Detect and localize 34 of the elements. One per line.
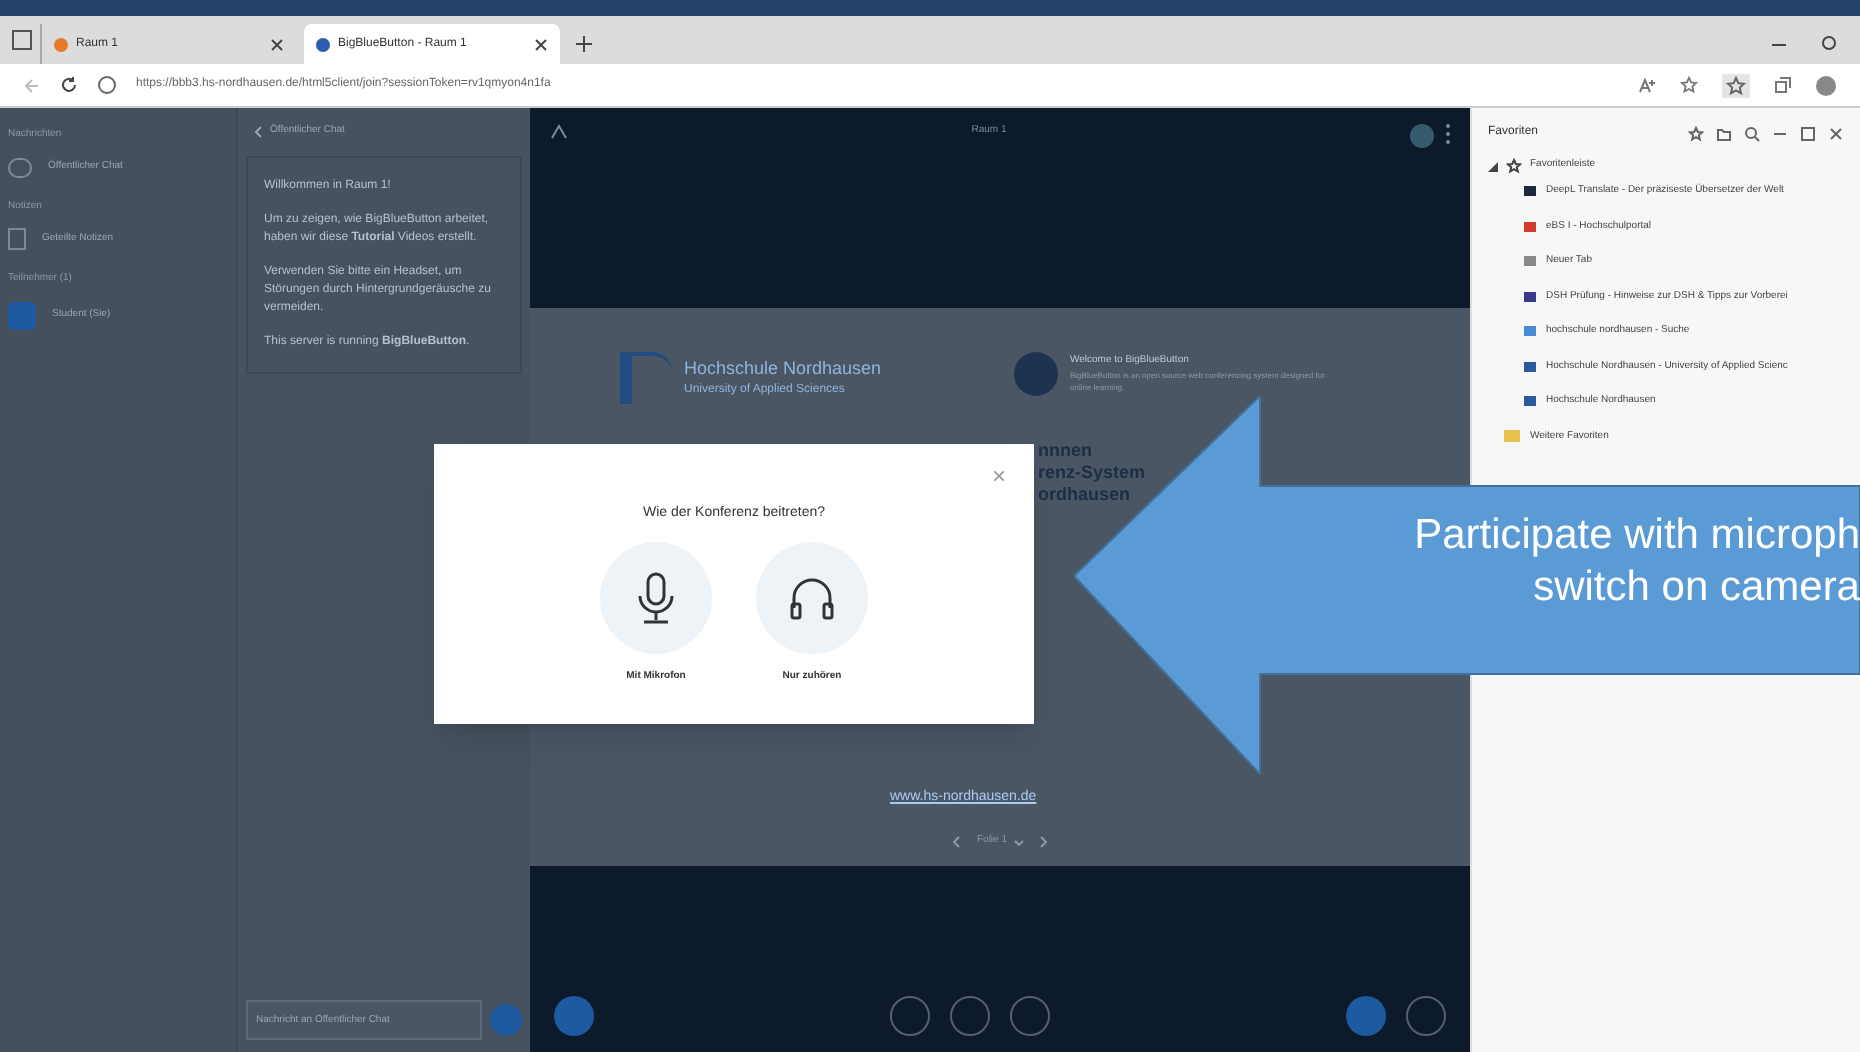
- close-icon[interactable]: [270, 37, 284, 51]
- user-list-toggle-icon[interactable]: [550, 124, 568, 140]
- logo-name: Hochschule Nordhausen: [684, 355, 882, 382]
- microphone-icon: [636, 571, 676, 623]
- callout-text: Participate with microph: [1414, 510, 1860, 562]
- next-slide-icon[interactable]: [1039, 836, 1047, 848]
- previous-slide-icon[interactable]: [952, 836, 961, 848]
- tab-favicon-icon: [316, 37, 330, 51]
- star-icon[interactable]: [1680, 76, 1698, 94]
- tab-favicon-icon: [54, 37, 68, 51]
- tab-actions-icon[interactable]: [12, 30, 32, 50]
- back-icon[interactable]: [254, 126, 262, 138]
- headphones-icon: [788, 575, 836, 619]
- chat-bubble-icon: [8, 157, 32, 177]
- callout-text: switch on camera: [1533, 562, 1860, 614]
- folder-icon: [1504, 430, 1520, 443]
- new-tab-icon[interactable]: [576, 36, 592, 52]
- caret-icon: [1013, 839, 1023, 845]
- star-icon: [1506, 158, 1522, 174]
- search-icon[interactable]: [1744, 125, 1760, 141]
- expand-icon[interactable]: [1488, 161, 1498, 171]
- collections-icon[interactable]: [1774, 76, 1792, 94]
- close-icon[interactable]: [534, 37, 548, 51]
- more-options-icon[interactable]: [1445, 124, 1450, 144]
- note-icon: [8, 228, 26, 250]
- reload-icon[interactable]: [60, 76, 78, 94]
- close-icon[interactable]: [1828, 125, 1844, 141]
- read-aloud-icon[interactable]: [1638, 77, 1656, 93]
- add-favorite-icon[interactable]: [1688, 125, 1704, 141]
- university-logo-icon: [620, 352, 672, 404]
- favorites-icon[interactable]: [1722, 73, 1750, 97]
- user-avatar-icon: [8, 301, 36, 329]
- add-folder-icon[interactable]: [1716, 125, 1732, 141]
- profile-icon[interactable]: [1816, 75, 1836, 95]
